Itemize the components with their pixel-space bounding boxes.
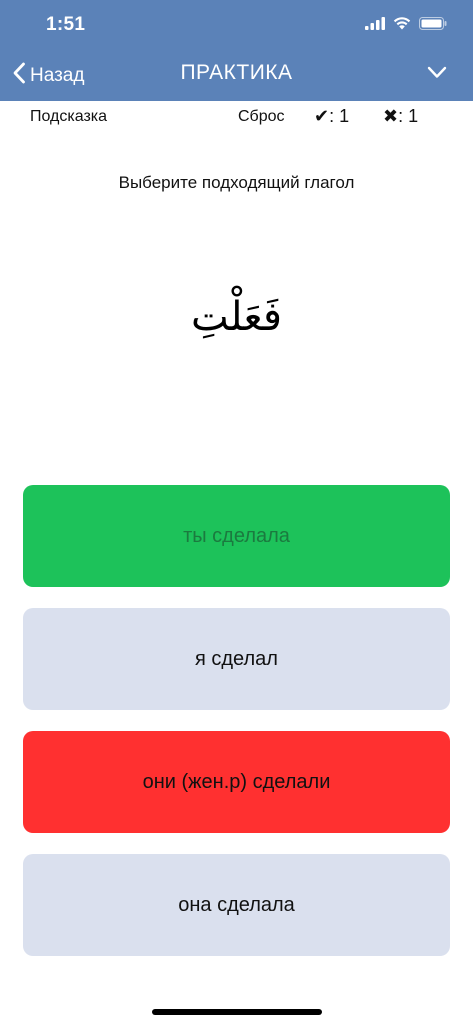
chevron-down-icon xyxy=(427,66,447,83)
back-label: Назад xyxy=(30,64,85,86)
hint-button[interactable]: Подсказка xyxy=(30,108,107,126)
home-indicator[interactable] xyxy=(152,1009,322,1015)
answer-option-2[interactable]: я сделал xyxy=(23,608,450,710)
header: 1:51 Назад ПРАКТИКА xyxy=(0,0,473,101)
battery-icon xyxy=(419,16,447,35)
answer-option-3[interactable]: они (жен.р) сделали xyxy=(23,731,450,833)
status-icons xyxy=(365,16,447,35)
checkmark-icon: ✔ xyxy=(314,106,330,126)
wifi-icon xyxy=(393,16,411,35)
arabic-word: فَعَلْتِ xyxy=(191,294,282,340)
chevron-left-icon xyxy=(12,62,26,89)
correct-count: : 1 xyxy=(329,106,350,126)
back-button[interactable]: Назад xyxy=(12,62,84,89)
menu-button[interactable] xyxy=(427,66,447,84)
toolbar: Подсказка Сброс ✔: 1 ✖: 1 xyxy=(0,101,473,135)
question-prompt: Выберите подходящий глагол xyxy=(118,173,355,192)
wrong-score: ✖: 1 xyxy=(383,106,418,127)
signal-icon xyxy=(365,16,385,35)
answer-option-4[interactable]: она сделала xyxy=(23,854,450,956)
practice-screen: 1:51 Назад ПРАКТИКА Подсказка Сброс ✔: 1… xyxy=(0,0,473,1024)
answer-option-1[interactable]: ты сделала xyxy=(23,485,450,587)
status-time: 1:51 xyxy=(46,14,86,35)
wrong-count: : 1 xyxy=(398,106,419,126)
cross-icon: ✖ xyxy=(383,106,399,126)
correct-score: ✔: 1 xyxy=(314,106,349,127)
reset-button[interactable]: Сброс xyxy=(238,108,285,126)
